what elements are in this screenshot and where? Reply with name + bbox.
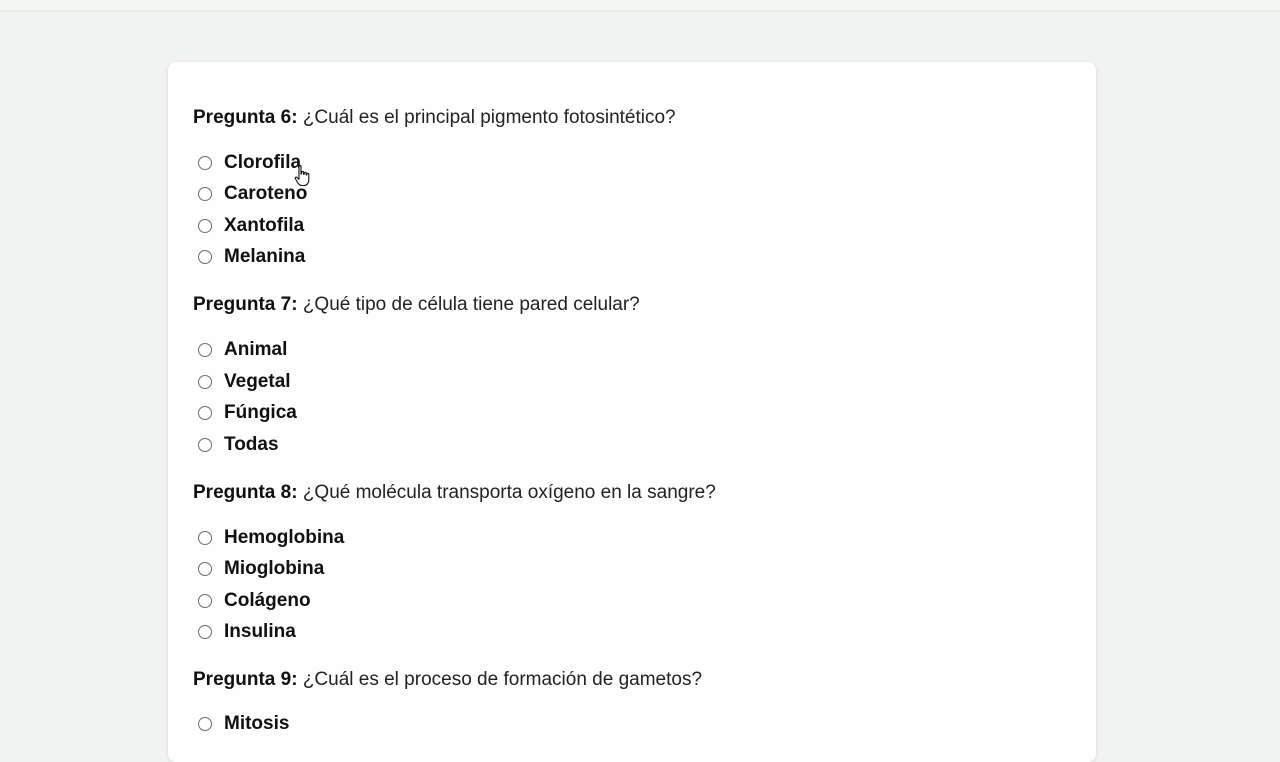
option-todas[interactable]: Todas <box>198 434 279 456</box>
question-6: Pregunta 6: ¿Cuál es el principal pigmen… <box>193 107 676 129</box>
radio-unchecked-icon[interactable] <box>198 187 212 201</box>
option-vegetal[interactable]: Vegetal <box>198 371 291 393</box>
question-number: Pregunta 8: <box>193 482 298 503</box>
radio-unchecked-icon[interactable] <box>198 156 212 170</box>
option-label: Todas <box>224 434 279 455</box>
option-insulina[interactable]: Insulina <box>198 621 296 643</box>
question-text: ¿Qué molécula transporta oxígeno en la s… <box>302 482 716 503</box>
question-7: Pregunta 7: ¿Qué tipo de célula tiene pa… <box>193 294 640 316</box>
question-9: Pregunta 9: ¿Cuál es el proceso de forma… <box>193 669 702 691</box>
option-label: Vegetal <box>224 371 291 392</box>
option-label: Xantofila <box>224 215 305 236</box>
radio-unchecked-icon[interactable] <box>198 343 212 357</box>
option-label: Animal <box>224 339 288 360</box>
option-clorofila[interactable]: Clorofila <box>198 152 301 174</box>
option-label: Mitosis <box>224 713 290 734</box>
option-caroteno[interactable]: Caroteno <box>198 183 307 205</box>
radio-unchecked-icon[interactable] <box>198 438 212 452</box>
option-label: Hemoglobina <box>224 527 345 548</box>
question-text: ¿Qué tipo de célula tiene pared celular? <box>302 294 640 315</box>
option-label: Clorofila <box>224 152 302 173</box>
radio-unchecked-icon[interactable] <box>198 375 212 389</box>
option-animal[interactable]: Animal <box>198 339 287 361</box>
radio-unchecked-icon[interactable] <box>198 625 212 639</box>
radio-unchecked-icon[interactable] <box>198 594 212 608</box>
question-text: ¿Cuál es el proceso de formación de game… <box>302 669 703 690</box>
radio-unchecked-icon[interactable] <box>198 406 212 420</box>
radio-unchecked-icon[interactable] <box>198 219 212 233</box>
hand-pointer-icon <box>294 164 310 187</box>
option-label: Insulina <box>224 621 296 642</box>
radio-unchecked-icon[interactable] <box>198 562 212 576</box>
radio-unchecked-icon[interactable] <box>198 250 212 264</box>
option-label: Fúngica <box>224 402 297 423</box>
option-mioglobina[interactable]: Mioglobina <box>198 558 324 580</box>
radio-unchecked-icon[interactable] <box>198 531 212 545</box>
option-label: Melanina <box>224 246 306 267</box>
option-label: Mioglobina <box>224 558 325 579</box>
option-melanina[interactable]: Melanina <box>198 246 305 268</box>
question-number: Pregunta 9: <box>193 669 298 690</box>
question-number: Pregunta 7: <box>193 294 298 315</box>
option-fungica[interactable]: Fúngica <box>198 402 297 424</box>
option-mitosis[interactable]: Mitosis <box>198 713 289 735</box>
option-xantofila[interactable]: Xantofila <box>198 215 304 237</box>
question-text: ¿Cuál es el principal pigmento fotosinté… <box>302 107 676 128</box>
top-bar <box>0 0 1280 12</box>
radio-unchecked-icon[interactable] <box>198 717 212 731</box>
option-hemoglobina[interactable]: Hemoglobina <box>198 527 344 549</box>
question-8: Pregunta 8: ¿Qué molécula transporta oxí… <box>193 482 716 504</box>
option-colageno[interactable]: Colágeno <box>198 590 311 612</box>
option-label: Colágeno <box>224 590 311 611</box>
question-number: Pregunta 6: <box>193 107 298 128</box>
